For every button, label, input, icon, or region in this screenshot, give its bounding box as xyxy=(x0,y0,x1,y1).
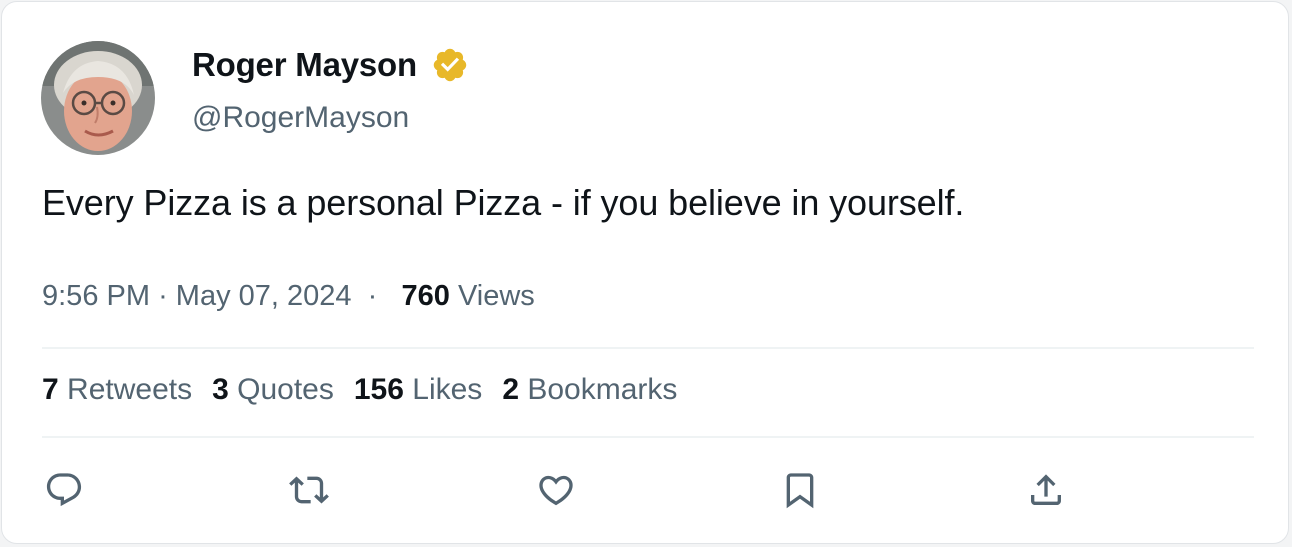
meta-separator: · xyxy=(367,280,378,312)
bookmark-button[interactable] xyxy=(778,468,822,512)
stat-bookmarks[interactable]: 2 Bookmarks xyxy=(502,373,677,407)
meta-separator: · xyxy=(158,280,168,312)
author-handle[interactable]: @RogerMayson xyxy=(192,101,409,135)
tweet-text: Every Pizza is a personal Pizza - if you… xyxy=(42,182,965,223)
stat-quotes[interactable]: 3 Quotes xyxy=(212,373,334,407)
stat-label: Retweets xyxy=(67,373,193,406)
like-button[interactable] xyxy=(534,468,578,512)
reply-button[interactable] xyxy=(42,468,86,512)
stat-count: 7 xyxy=(42,373,59,406)
divider xyxy=(42,436,1254,438)
reply-icon xyxy=(46,473,82,507)
verified-badge-icon xyxy=(431,46,469,84)
share-button[interactable] xyxy=(1024,468,1068,512)
stat-count: 2 xyxy=(502,373,519,406)
tweet-time[interactable]: 9:56 PM xyxy=(42,280,150,313)
tweet-meta: 9:56 PM · May 07, 2024 · 760 Views xyxy=(42,280,535,313)
stat-label: Bookmarks xyxy=(527,373,678,406)
tweet-stats: 7 Retweets 3 Quotes 156 Likes 2 Bookmark… xyxy=(42,373,677,407)
stat-label: Likes xyxy=(412,373,483,406)
stat-count: 156 xyxy=(353,373,404,406)
bookmark-icon xyxy=(786,473,814,509)
views-count: 760 xyxy=(401,280,450,312)
tweet-date[interactable]: May 07, 2024 xyxy=(176,280,352,313)
stat-label: Quotes xyxy=(237,373,334,406)
stat-count: 3 xyxy=(212,373,229,406)
heart-icon xyxy=(539,475,573,506)
stat-likes[interactable]: 156 Likes xyxy=(354,373,482,407)
author-row: Roger Mayson xyxy=(192,46,469,84)
share-icon xyxy=(1031,474,1061,505)
avatar-image xyxy=(41,41,155,155)
views-label: Views xyxy=(457,280,535,312)
tweet-card: Roger Mayson @RogerMayson Every Pizza is… xyxy=(1,1,1289,544)
retweet-button[interactable] xyxy=(287,468,331,512)
author-name[interactable]: Roger Mayson xyxy=(192,46,417,84)
avatar[interactable] xyxy=(41,41,155,155)
retweet-icon xyxy=(289,476,329,504)
stat-retweets[interactable]: 7 Retweets xyxy=(42,373,192,407)
divider xyxy=(42,347,1254,349)
